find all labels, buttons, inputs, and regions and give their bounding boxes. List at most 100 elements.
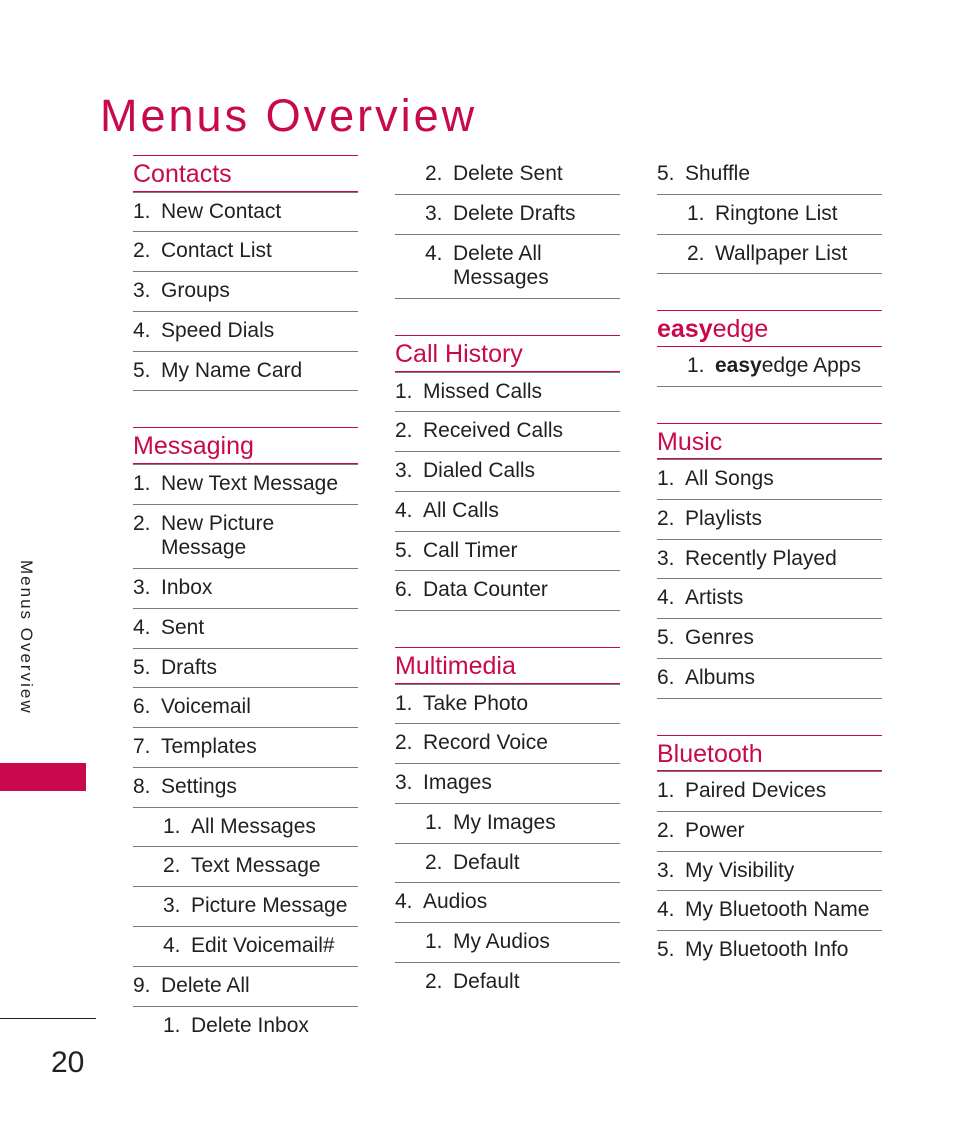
menu-item-label: Record Voice bbox=[423, 731, 548, 755]
menu-item-number: 2. bbox=[395, 731, 413, 755]
menu-item-number: 5. bbox=[657, 162, 675, 185]
menu-item[interactable]: 2. New Picture Message bbox=[133, 503, 358, 569]
menu-item[interactable]: 4. Audios bbox=[395, 882, 620, 922]
menu-item[interactable]: 1. All Songs bbox=[657, 459, 882, 499]
menu-item[interactable]: 3. Groups bbox=[133, 271, 358, 311]
menu-item[interactable]: 2. Power bbox=[657, 810, 882, 851]
menu-item-number: 4. bbox=[657, 898, 675, 922]
menu-item-label: Recently Played bbox=[685, 546, 837, 570]
menu-item[interactable]: 1. All Messages bbox=[133, 806, 358, 847]
menu-item-label: Call Timer bbox=[423, 538, 518, 562]
menu-item[interactable]: 4. Edit Voicemail# bbox=[133, 926, 358, 966]
menu-item-number: 8. bbox=[133, 774, 151, 798]
page-title: Menus Overview bbox=[100, 90, 478, 142]
menu-item[interactable]: 3. Delete Drafts bbox=[395, 193, 620, 234]
menu-item-number: 6. bbox=[133, 695, 151, 719]
menu-item-number: 2. bbox=[163, 854, 181, 878]
menu-item[interactable]: 4. All Calls bbox=[395, 490, 620, 531]
menu-item[interactable]: 1. My Images bbox=[395, 802, 620, 843]
menu-item[interactable]: 2. Record Voice bbox=[395, 723, 620, 763]
menu-item[interactable]: 4. Delete All Messages bbox=[395, 233, 620, 299]
menu-item[interactable]: 5. Drafts bbox=[133, 647, 358, 688]
menu-list-bluetooth: 1. Paired Devices 2. Power 3. My Visibility 4.… bbox=[657, 771, 882, 970]
menu-item-number: 4. bbox=[133, 318, 151, 342]
menu-item[interactable]: 3. Images bbox=[395, 763, 620, 803]
menu-item-label: easyedge Apps bbox=[715, 353, 861, 377]
menu-item[interactable]: 8. Settings bbox=[133, 766, 358, 807]
menu-item[interactable]: 1. New Text Message bbox=[133, 463, 358, 504]
menu-item-number: 2. bbox=[425, 162, 443, 185]
menu-item[interactable]: 3. Picture Message bbox=[133, 886, 358, 926]
menu-item-number: 1. bbox=[687, 353, 705, 377]
menu-item[interactable]: 9. Delete All bbox=[133, 965, 358, 1006]
menu-item[interactable]: 2. Received Calls bbox=[395, 411, 620, 451]
menu-item-label: Missed Calls bbox=[423, 379, 543, 403]
menu-item[interactable]: 1. My Audios bbox=[395, 922, 620, 962]
menu-list-messaging: 1. New Text Message 2. New Picture Message 3… bbox=[133, 463, 358, 1046]
menu-item[interactable]: 4. My Bluetooth Name bbox=[657, 890, 882, 930]
menu-list-contacts: 1. New Contact 2. Contact List 3. Groups 4. Spe… bbox=[133, 191, 358, 392]
menu-item[interactable]: 2. Text Message bbox=[133, 846, 358, 886]
menu-item-label: Delete All bbox=[161, 973, 250, 997]
menu-item[interactable]: 4. Speed Dials bbox=[133, 310, 358, 351]
menu-item[interactable]: 2. Delete Sent bbox=[395, 155, 620, 194]
menu-item[interactable]: 4. Sent bbox=[133, 607, 358, 648]
menu-item-number: 2. bbox=[133, 239, 151, 263]
menu-item[interactable]: 3. My Visibility bbox=[657, 850, 882, 891]
menu-item[interactable]: 2. Playlists bbox=[657, 498, 882, 539]
menu-item-number: 3. bbox=[657, 546, 675, 570]
menu-item-number: 5. bbox=[395, 538, 413, 562]
menu-item[interactable]: 1. Missed Calls bbox=[395, 371, 620, 412]
menu-item[interactable]: 1. Ringtone List bbox=[657, 193, 882, 234]
menu-block-continued: 5. Shuffle 1. Ringtone List 2. Wallpaper List bbox=[657, 155, 882, 275]
menus-columns: Contacts 1. New Contact 2. Contact List 3. Gro… bbox=[133, 155, 883, 1045]
section-heading-easyedge: easyedge bbox=[657, 310, 882, 347]
menu-item[interactable]: 5. Call Timer bbox=[395, 530, 620, 571]
menu-item-number: 5. bbox=[657, 938, 675, 962]
menu-list-easyedge: 1. easyedge Apps bbox=[657, 347, 882, 387]
menu-item-number: 1. bbox=[395, 691, 413, 715]
menu-item-number: 1. bbox=[163, 1013, 181, 1037]
menu-item[interactable]: 5. Shuffle bbox=[657, 155, 882, 194]
menu-item[interactable]: 2. Default bbox=[395, 842, 620, 883]
menu-item[interactable]: 6. Albums bbox=[657, 657, 882, 698]
menu-item[interactable]: 1. Delete Inbox bbox=[133, 1005, 358, 1046]
menu-item[interactable]: 2. Default bbox=[395, 962, 620, 1002]
menu-item-number: 2. bbox=[395, 419, 413, 443]
menu-item[interactable]: 6. Data Counter bbox=[395, 570, 620, 610]
menu-item[interactable]: 6. Voicemail bbox=[133, 687, 358, 727]
menu-item-number: 1. bbox=[425, 930, 443, 954]
menu-item[interactable]: 7. Templates bbox=[133, 727, 358, 767]
menu-item[interactable]: 1. Paired Devices bbox=[657, 771, 882, 811]
menu-item-number: 5. bbox=[657, 626, 675, 650]
menu-column-1: Contacts 1. New Contact 2. Contact List 3. Gro… bbox=[133, 155, 358, 1045]
menu-item-label: Dialed Calls bbox=[423, 459, 536, 483]
menu-block-contacts: Contacts 1. New Contact 2. Contact List 3. Gro… bbox=[133, 155, 358, 392]
menu-item[interactable]: 1. New Contact bbox=[133, 191, 358, 232]
menu-item-label: My Images bbox=[453, 810, 556, 834]
menu-item-label: Wallpaper List bbox=[715, 241, 848, 265]
menu-item[interactable]: 2. Wallpaper List bbox=[657, 233, 882, 274]
menu-item[interactable]: 1. easyedge Apps bbox=[657, 347, 882, 386]
menu-item-number: 1. bbox=[395, 379, 413, 403]
menu-item[interactable]: 3. Inbox bbox=[133, 568, 358, 608]
menu-item[interactable]: 2. Contact List bbox=[133, 231, 358, 271]
menu-item[interactable]: 4. Artists bbox=[657, 578, 882, 618]
menu-block-messaging: Messaging 1. New Text Message 2. New Picture… bbox=[133, 427, 358, 1045]
menu-item-label: Drafts bbox=[161, 655, 218, 679]
menu-item-label: Voicemail bbox=[161, 695, 251, 719]
menu-item-label: Received Calls bbox=[423, 419, 564, 443]
folio-rule bbox=[0, 1018, 96, 1019]
menu-item[interactable]: 3. Recently Played bbox=[657, 538, 882, 579]
menu-item-label: Audios bbox=[423, 890, 488, 914]
menu-item-label: Edit Voicemail# bbox=[191, 934, 335, 958]
menu-item[interactable]: 5. My Bluetooth Info bbox=[657, 930, 882, 970]
menu-item[interactable]: 5. Genres bbox=[657, 618, 882, 658]
menu-item[interactable]: 5. My Name Card bbox=[133, 350, 358, 391]
menu-item-number: 1. bbox=[133, 199, 151, 223]
menu-item[interactable]: 1. Take Photo bbox=[395, 683, 620, 724]
menu-item-label: All Calls bbox=[423, 498, 499, 522]
menu-block-call-history: Call History 1. Missed Calls 2. Received Cal… bbox=[395, 335, 620, 612]
menu-item-label: All Messages bbox=[191, 814, 316, 838]
menu-item[interactable]: 3. Dialed Calls bbox=[395, 451, 620, 491]
